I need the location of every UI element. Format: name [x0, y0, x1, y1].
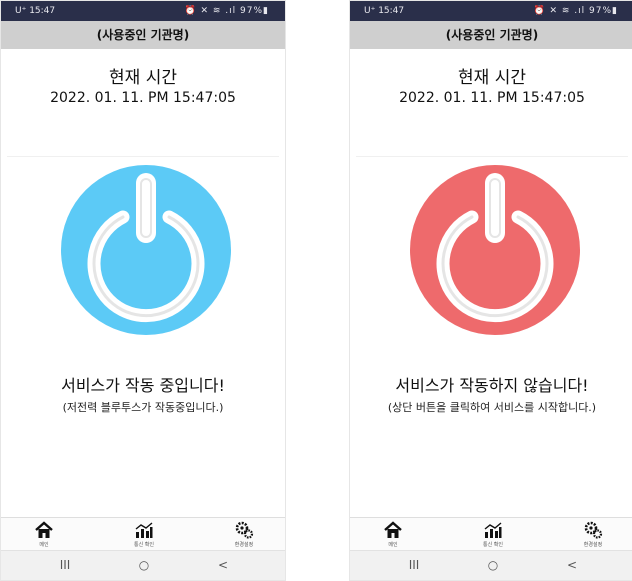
current-time-label: 현재 시간 — [458, 68, 526, 88]
gears-icon — [584, 521, 603, 539]
nav-settings[interactable]: 환경설정 — [214, 521, 274, 548]
nav-main[interactable]: 메인 — [363, 521, 423, 548]
gears-icon — [235, 521, 254, 539]
home-button[interactable]: ○ — [483, 557, 503, 573]
service-status-message: 서비스가 작동 중입니다! — [61, 376, 225, 395]
app-title: (사용중인 기관명) — [96, 28, 190, 42]
back-button[interactable]: < — [562, 557, 582, 573]
nav-settings[interactable]: 환경설정 — [563, 521, 623, 548]
home-icon — [384, 521, 402, 538]
current-time-value: 2022. 01. 11. PM 15:47:05 — [50, 90, 236, 106]
status-time: U⁺ 15:47 — [15, 6, 56, 16]
status-time: U⁺ 15:47 — [364, 6, 405, 16]
home-button[interactable]: ○ — [134, 557, 154, 573]
nav-main-label: 메인 — [39, 542, 49, 548]
phone-screen-stopped: U⁺ 15:47 ⏰ ✕ ≋ .ıl 97%▮ (사용중인 기관명) 현재 시간… — [349, 0, 632, 581]
nav-settings-label: 환경설정 — [234, 542, 254, 548]
home-icon — [35, 521, 53, 538]
nav-main[interactable]: 메인 — [14, 521, 74, 548]
nav-communication-label: 통신 확인 — [134, 542, 154, 548]
divider — [7, 156, 279, 157]
app-title: (사용중인 기관명) — [445, 28, 539, 42]
chart-icon — [135, 522, 153, 538]
service-status-message: 서비스가 작동하지 않습니다! — [395, 376, 589, 395]
recents-button[interactable]: III — [404, 557, 424, 573]
nav-settings-label: 환경설정 — [583, 542, 603, 548]
power-icon — [87, 173, 205, 323]
system-navigation-bar: III ○ < — [350, 550, 632, 580]
current-time-value: 2022. 01. 11. PM 15:47:05 — [399, 90, 585, 106]
phone-screen-running: U⁺ 15:47 ⏰ ✕ ≋ .ıl 97%▮ (사용중인 기관명) 현재 시간… — [0, 0, 286, 581]
power-button[interactable] — [410, 165, 580, 335]
service-status-detail: (저전력 블루투스가 작동중입니다.) — [62, 401, 224, 414]
bottom-navigation: 메인 통신 확인 환경설정 — [350, 517, 632, 554]
chart-icon — [484, 522, 502, 538]
status-bar: U⁺ 15:47 ⏰ ✕ ≋ .ıl 97%▮ — [350, 1, 632, 21]
bottom-navigation: 메인 통신 확인 환경설정 — [1, 517, 285, 554]
system-navigation-bar: III ○ < — [1, 550, 285, 580]
nav-communication[interactable]: 통신 확인 — [463, 521, 523, 548]
status-bar: U⁺ 15:47 ⏰ ✕ ≋ .ıl 97%▮ — [1, 1, 285, 21]
service-status-detail: (상단 버튼을 클릭하여 서비스를 시작합니다.) — [387, 401, 597, 414]
current-time-label: 현재 시간 — [109, 68, 177, 88]
status-indicators: ⏰ ✕ ≋ .ıl 97%▮ — [184, 6, 269, 16]
nav-main-label: 메인 — [388, 542, 398, 548]
power-icon — [436, 173, 554, 323]
nav-communication-label: 통신 확인 — [483, 542, 503, 548]
app-bar: (사용중인 기관명) — [1, 21, 285, 49]
power-button[interactable] — [61, 165, 231, 335]
back-button[interactable]: < — [213, 557, 233, 573]
app-bar: (사용중인 기관명) — [350, 21, 632, 49]
nav-communication[interactable]: 통신 확인 — [114, 521, 174, 548]
divider — [356, 156, 628, 157]
recents-button[interactable]: III — [55, 557, 75, 573]
status-indicators: ⏰ ✕ ≋ .ıl 97%▮ — [533, 6, 618, 16]
